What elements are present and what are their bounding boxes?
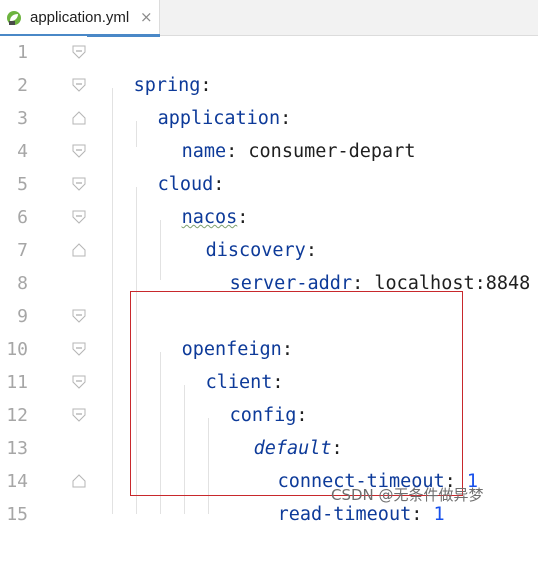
code-line: application: xyxy=(157,108,292,129)
fold-close-icon[interactable] xyxy=(72,243,86,257)
code-line: server-addr: localhost:8848 xyxy=(229,273,531,294)
line-number: 11 xyxy=(6,372,28,393)
line-number: 4 xyxy=(17,141,28,162)
line-number: 13 xyxy=(6,438,28,459)
line-number: 9 xyxy=(17,306,28,327)
line-number: 3 xyxy=(17,108,28,129)
code-line: client: xyxy=(205,372,284,393)
code-line: config: xyxy=(229,405,308,426)
tab-application-yml[interactable]: application.yml × xyxy=(0,0,160,37)
code-line: spring: xyxy=(133,75,212,96)
yaml-key: read-timeout xyxy=(277,504,412,525)
code-line: default: xyxy=(253,438,343,459)
line-number: 1 xyxy=(17,42,28,63)
yaml-value: localhost:8848 xyxy=(363,273,531,294)
yaml-key: server-addr xyxy=(229,273,353,294)
fold-open-icon[interactable] xyxy=(72,45,86,59)
line-number: 2 xyxy=(17,75,28,96)
line-number: 14 xyxy=(6,471,28,492)
line-number: 5 xyxy=(17,174,28,195)
code-line: discovery: xyxy=(205,240,317,261)
fold-close-icon[interactable] xyxy=(72,474,86,488)
fold-open-icon[interactable] xyxy=(72,408,86,422)
line-number: 7 xyxy=(17,240,28,261)
fold-open-icon[interactable] xyxy=(72,144,86,158)
fold-open-icon[interactable] xyxy=(72,342,86,356)
fold-open-icon[interactable] xyxy=(72,210,86,224)
code-editor[interactable]: spring: application: name: consumer-depa… xyxy=(87,36,538,525)
code-line: nacos: xyxy=(181,207,249,228)
fold-close-icon[interactable] xyxy=(72,111,86,125)
close-icon[interactable]: × xyxy=(140,8,153,26)
line-number: 12 xyxy=(6,405,28,426)
spring-leaf-icon xyxy=(7,11,21,25)
fold-open-icon[interactable] xyxy=(72,309,86,323)
fold-open-icon[interactable] xyxy=(72,177,86,191)
watermark: CSDN @无条件做异梦 xyxy=(331,486,484,504)
editor-tab-bar: application.yml × xyxy=(0,0,538,37)
code-line: name: consumer-depart xyxy=(181,141,416,162)
code-line: openfeign: xyxy=(181,339,293,360)
tab-label: application.yml xyxy=(30,9,130,26)
line-number: 10 xyxy=(6,339,28,360)
fold-open-icon[interactable] xyxy=(72,375,86,389)
line-number: 15 xyxy=(6,504,28,525)
yaml-value: consumer-depart xyxy=(237,141,416,162)
line-number: 8 xyxy=(17,273,28,294)
line-number: 6 xyxy=(17,207,28,228)
code-line: cloud: xyxy=(157,174,225,195)
code-line: connect-timeout: 1 xyxy=(277,471,479,492)
yaml-value: 1 xyxy=(433,504,445,525)
line-number-gutter: 1 2 3 4 5 6 7 8 9 10 11 12 13 14 15 xyxy=(0,36,87,525)
fold-open-icon[interactable] xyxy=(72,78,86,92)
